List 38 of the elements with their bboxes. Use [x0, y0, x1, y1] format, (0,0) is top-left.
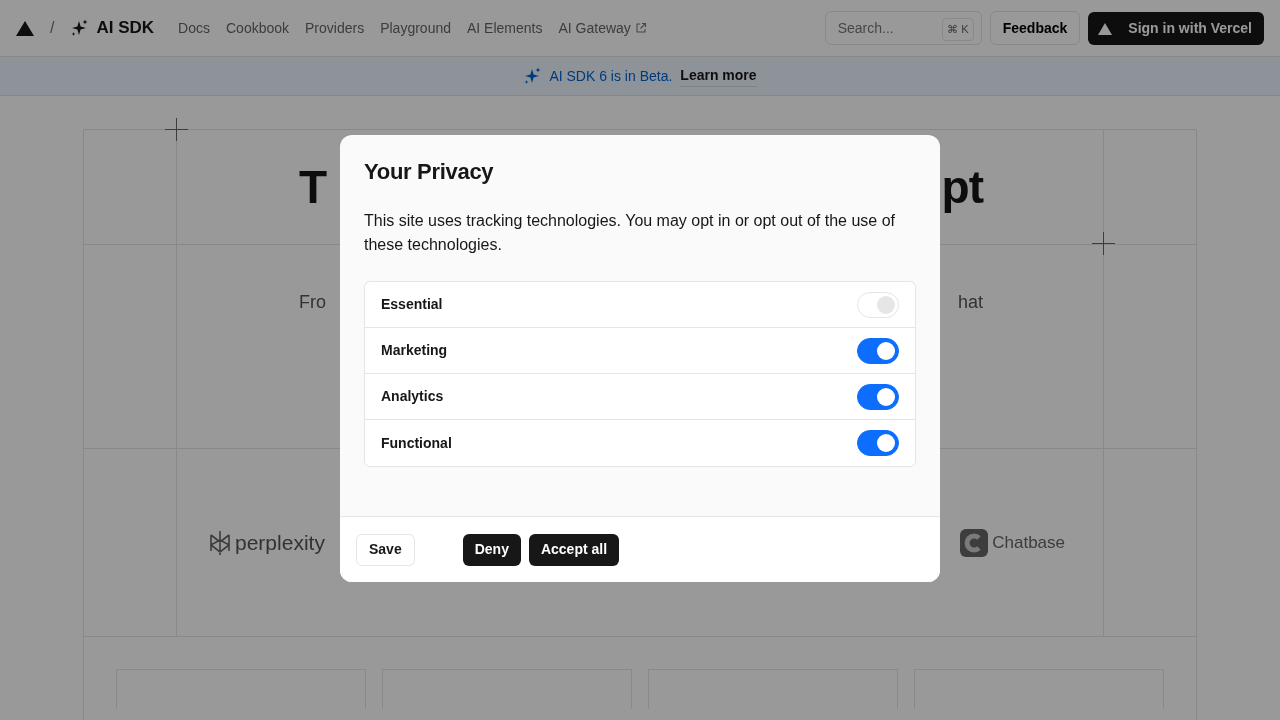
sign-in-button[interactable]: Sign in with Vercel — [1088, 11, 1264, 45]
toggle-switch[interactable] — [857, 337, 899, 364]
dialog-title: Your Privacy — [364, 159, 495, 186]
feedback-button[interactable]: Feedback — [989, 11, 1081, 45]
dialog-button[interactable]: Deny — [462, 533, 521, 566]
divider-slash: / — [50, 18, 55, 38]
toggle-switch[interactable] — [857, 383, 899, 410]
nav-link[interactable]: Cookbook — [226, 17, 290, 39]
perplexity-logo-icon — [209, 529, 231, 556]
nav-link[interactable]: Providers — [305, 17, 365, 39]
nav-link[interactable]: Playground — [380, 17, 451, 39]
subtitle-text: Fro — [299, 291, 326, 314]
shortcut-hint: ⌘ K — [942, 18, 974, 41]
triangle-icon — [1098, 21, 1113, 35]
category-label: Functional — [381, 433, 452, 453]
chatbase-logo-icon — [960, 528, 989, 557]
heading-text: T — [299, 164, 327, 210]
banner-text: AI SDK 6 is in Beta. — [549, 66, 673, 86]
nav-link[interactable]: AI Elements — [467, 17, 543, 39]
dialog-button[interactable]: Accept all — [528, 533, 620, 566]
logo-text: Chatbase — [992, 531, 1065, 554]
dialog-button[interactable]: Save — [356, 533, 415, 566]
toggle-switch[interactable] — [857, 430, 899, 457]
category-label: Essential — [381, 295, 443, 315]
nav-link[interactable]: AI Gateway — [558, 17, 647, 39]
dialog-description: This site uses tracking technologies. You may opt in or opt out of the use of these technologies. — [364, 211, 896, 256]
triangle-logo-icon[interactable] — [16, 20, 34, 36]
learn-more-link[interactable]: Learn more — [680, 65, 757, 87]
crosshair-mark — [1092, 232, 1115, 255]
sparkle-icon — [70, 19, 89, 37]
logo-text: perplexity — [235, 529, 325, 556]
nav-link[interactable]: Docs — [178, 17, 210, 39]
crosshair-mark — [165, 118, 188, 141]
brand-link[interactable]: AI SDK — [70, 15, 155, 41]
category-label: Analytics — [381, 387, 444, 407]
sparkle-icon — [523, 67, 542, 85]
subtitle-text: hat — [957, 291, 983, 314]
category-label: Marketing — [381, 341, 448, 361]
